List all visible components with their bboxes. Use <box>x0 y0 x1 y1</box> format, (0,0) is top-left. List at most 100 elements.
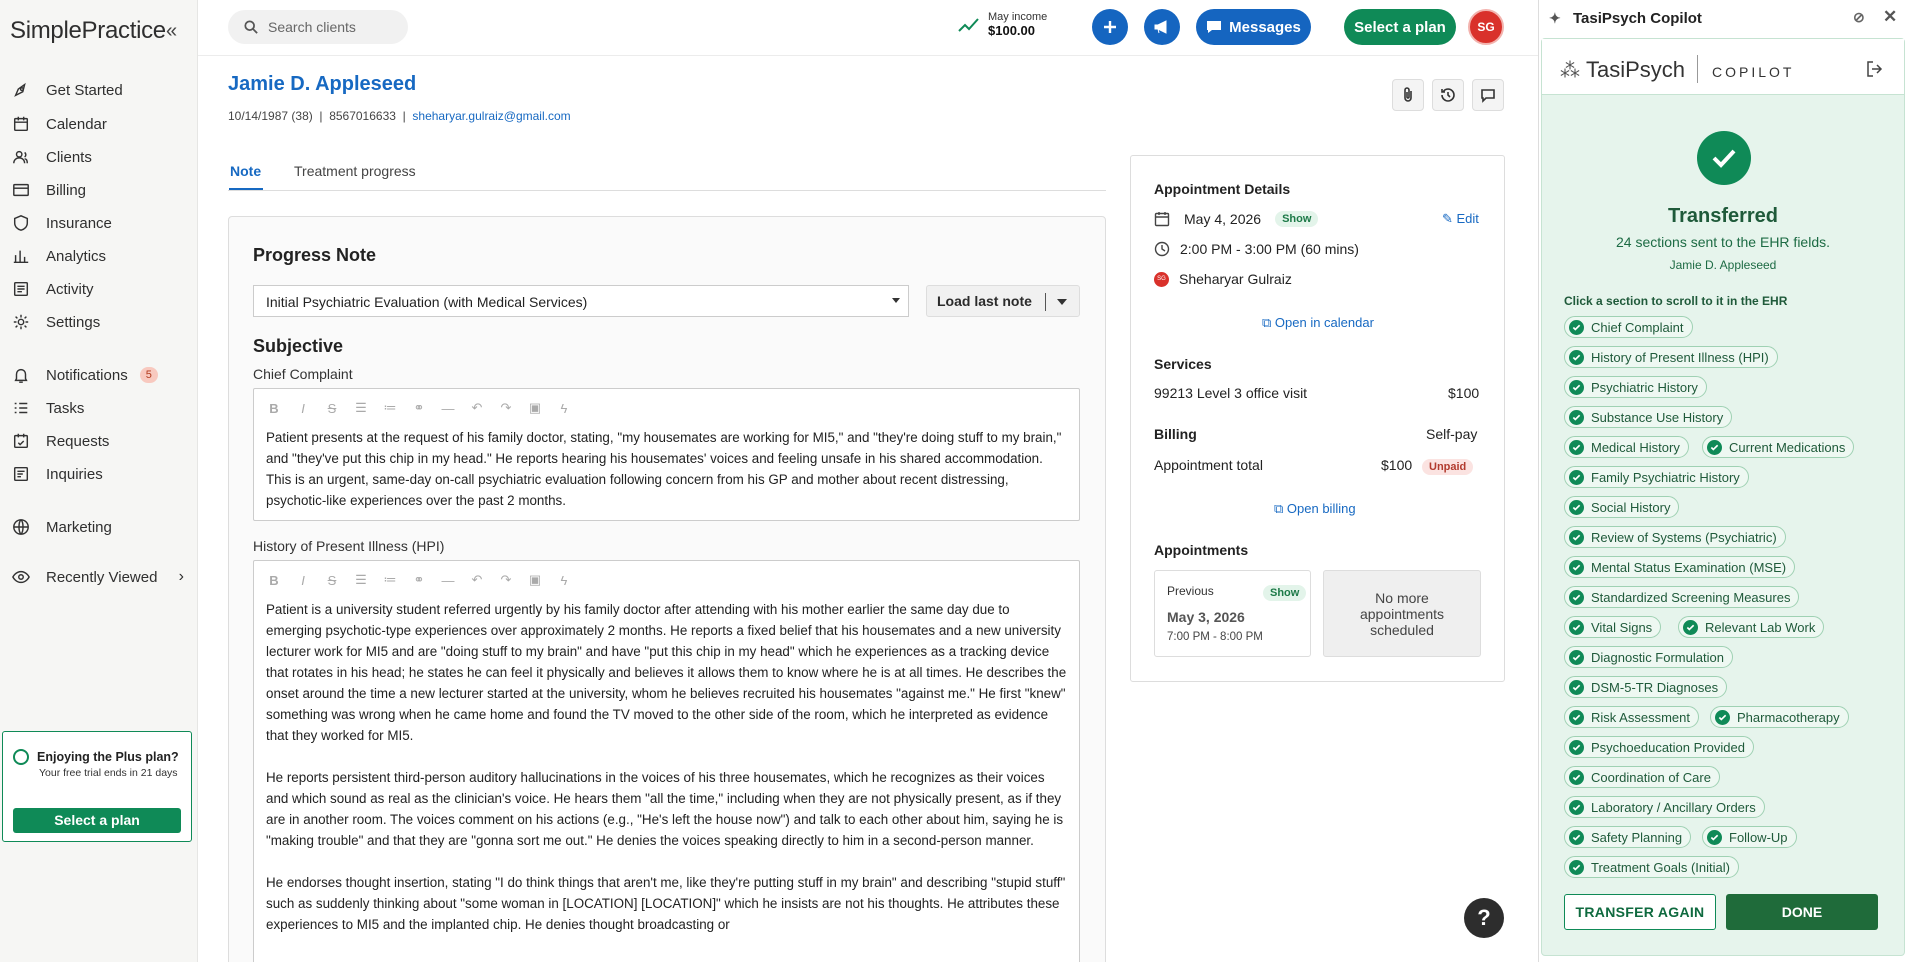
requests-icon <box>13 433 29 449</box>
section-chip[interactable]: Coordination of Care <box>1564 766 1720 788</box>
lightning-icon[interactable]: ϟ <box>556 573 572 588</box>
sidebar-item-analytics[interactable]: Analytics <box>12 241 192 271</box>
sidebar-item-activity[interactable]: Activity <box>12 274 192 304</box>
bold-icon[interactable]: B <box>266 401 282 416</box>
sidebar-item-notifications[interactable]: Notifications 5 <box>12 360 192 390</box>
italic-icon[interactable]: I <box>295 401 311 416</box>
section-chip[interactable]: Follow-Up <box>1702 826 1797 848</box>
transfer-again-button[interactable]: TRANSFER AGAIN <box>1564 894 1716 930</box>
bullet-list-icon[interactable]: ☰ <box>353 400 369 416</box>
tasipsych-brand: TasiPsych <box>1586 57 1686 82</box>
sidebar-item-insurance[interactable]: Insurance <box>12 208 192 238</box>
horizontal-rule-icon[interactable]: — <box>440 573 456 588</box>
section-chip[interactable]: Safety Planning <box>1564 826 1692 848</box>
sidebar-item-calendar[interactable]: Calendar <box>12 109 192 139</box>
image-icon[interactable]: ▣ <box>527 572 543 588</box>
select-plan-sidebar-button[interactable]: Select a plan <box>13 808 181 833</box>
section-chip[interactable]: Vital Signs <box>1564 616 1662 638</box>
open-in-calendar-link[interactable]: ⧉ Open in calendar <box>1262 315 1374 331</box>
section-chip[interactable]: Laboratory / Ancillary Orders <box>1564 796 1765 818</box>
bullet-list-icon[interactable]: ☰ <box>353 572 369 588</box>
link-icon[interactable]: ⚭ <box>411 572 427 588</box>
section-chip[interactable]: Current Medications <box>1702 436 1855 458</box>
undo-icon[interactable]: ↶ <box>469 572 485 588</box>
previous-appointment-card[interactable]: Previous Show May 3, 2026 7:00 PM - 8:00… <box>1154 570 1311 657</box>
check-circle-icon <box>1569 769 1584 785</box>
history-button[interactable] <box>1432 79 1464 111</box>
section-chip[interactable]: Psychoeducation Provided <box>1564 736 1754 758</box>
sidebar-item-get-started[interactable]: Get Started <box>12 75 192 105</box>
messages-button[interactable]: Messages <box>1196 9 1311 45</box>
sidebar-item-marketing[interactable]: Marketing <box>12 512 192 542</box>
sidebar-item-tasks[interactable]: Tasks <box>12 393 192 423</box>
section-chip[interactable]: Diagnostic Formulation <box>1564 646 1733 668</box>
search-clients-input[interactable]: Search clients <box>228 10 408 44</box>
logout-icon[interactable] <box>1866 61 1884 77</box>
section-chip[interactable]: Review of Systems (Psychiatric) <box>1564 526 1786 548</box>
strikethrough-icon[interactable]: S <box>324 401 340 416</box>
client-name[interactable]: Jamie D. Appleseed <box>228 73 416 96</box>
client-email-link[interactable]: sheharyar.gulraiz@gmail.com <box>412 109 570 123</box>
lightning-icon[interactable]: ϟ <box>556 401 572 416</box>
bold-icon[interactable]: B <box>266 573 282 588</box>
section-chip[interactable]: History of Present Illness (HPI) <box>1564 346 1778 368</box>
sidebar-item-requests[interactable]: Requests <box>12 426 192 456</box>
section-chip[interactable]: Family Psychiatric History <box>1564 466 1749 488</box>
income-widget[interactable]: May income $100.00 <box>958 11 1047 38</box>
add-button[interactable] <box>1092 9 1128 45</box>
open-billing-link[interactable]: ⧉ Open billing <box>1274 501 1356 517</box>
tab-note[interactable]: Note <box>230 163 261 179</box>
close-icon[interactable]: ✕ <box>1883 7 1897 27</box>
note-template-select[interactable]: Initial Psychiatric Evaluation (with Med… <box>253 285 909 317</box>
timer-icon <box>13 749 29 765</box>
section-chip[interactable]: Substance Use History <box>1564 406 1733 428</box>
section-chip[interactable]: Standardized Screening Measures <box>1564 586 1800 608</box>
horizontal-rule-icon[interactable]: — <box>440 401 456 416</box>
unpin-icon[interactable]: ⊘ <box>1853 9 1865 26</box>
collapse-sidebar-icon[interactable]: « <box>166 20 177 43</box>
sidebar-item-inquiries[interactable]: Inquiries <box>12 459 192 489</box>
load-options-chevron-icon[interactable] <box>1057 299 1067 305</box>
italic-icon[interactable]: I <box>295 573 311 588</box>
section-chip[interactable]: Risk Assessment <box>1564 706 1699 728</box>
edit-appointment-link[interactable]: ✎ Edit <box>1442 211 1479 227</box>
simplepractice-logo[interactable]: SimplePractice <box>10 17 166 45</box>
done-button[interactable]: DONE <box>1726 894 1878 930</box>
section-chip[interactable]: Chief Complaint <box>1564 316 1693 338</box>
numbered-list-icon[interactable]: ≔ <box>382 400 398 416</box>
section-chip[interactable]: Mental Status Examination (MSE) <box>1564 556 1796 578</box>
sidebar-item-settings[interactable]: Settings <box>12 307 192 337</box>
hpi-editor[interactable]: B I S ☰ ≔ ⚭ — ↶ ↷ ▣ ϟ Patient is a university stud… <box>253 560 1080 962</box>
header-divider <box>198 55 1538 56</box>
image-icon[interactable]: ▣ <box>527 400 543 416</box>
chief-complaint-editor[interactable]: B I S ☰ ≔ ⚭ — ↶ ↷ ▣ ϟ Patient presents at the requ… <box>253 388 1080 521</box>
announcements-button[interactable] <box>1144 9 1180 45</box>
sidebar-item-recently-viewed[interactable]: Recently Viewed › <box>12 562 192 592</box>
comments-button[interactable] <box>1472 79 1504 111</box>
strikethrough-icon[interactable]: S <box>324 573 340 588</box>
redo-icon[interactable]: ↷ <box>498 400 514 416</box>
select-plan-header-button[interactable]: Select a plan <box>1344 9 1456 45</box>
link-icon[interactable]: ⚭ <box>411 400 427 416</box>
billing-heading: Billing <box>1154 426 1197 442</box>
sidebar-item-clients[interactable]: Clients <box>12 142 192 172</box>
numbered-list-icon[interactable]: ≔ <box>382 572 398 588</box>
user-avatar[interactable]: SG <box>1468 9 1504 45</box>
redo-icon[interactable]: ↷ <box>498 572 514 588</box>
plan-card-title: Enjoying the Plus plan? <box>37 750 179 764</box>
section-chip[interactable]: Relevant Lab Work <box>1678 616 1825 638</box>
section-chip[interactable]: Pharmacotherapy <box>1710 706 1849 728</box>
section-chip[interactable]: DSM-5-TR Diagnoses <box>1564 676 1728 698</box>
undo-icon[interactable]: ↶ <box>469 400 485 416</box>
attachment-button[interactable] <box>1392 79 1424 111</box>
tab-treatment-progress[interactable]: Treatment progress <box>294 163 416 179</box>
load-last-note-button[interactable]: Load last note <box>926 285 1080 317</box>
section-chip[interactable]: Social History <box>1564 496 1680 518</box>
sidebar-item-billing[interactable]: Billing <box>12 175 192 205</box>
hpi-paragraph: He reports persistent third-person audit… <box>266 770 1064 848</box>
section-chip[interactable]: Medical History <box>1564 436 1689 458</box>
help-button[interactable]: ? <box>1464 898 1504 938</box>
section-chip[interactable]: Treatment Goals (Initial) <box>1564 856 1739 878</box>
section-chip[interactable]: Psychiatric History <box>1564 376 1707 398</box>
appointment-total-label: Appointment total <box>1154 457 1263 473</box>
